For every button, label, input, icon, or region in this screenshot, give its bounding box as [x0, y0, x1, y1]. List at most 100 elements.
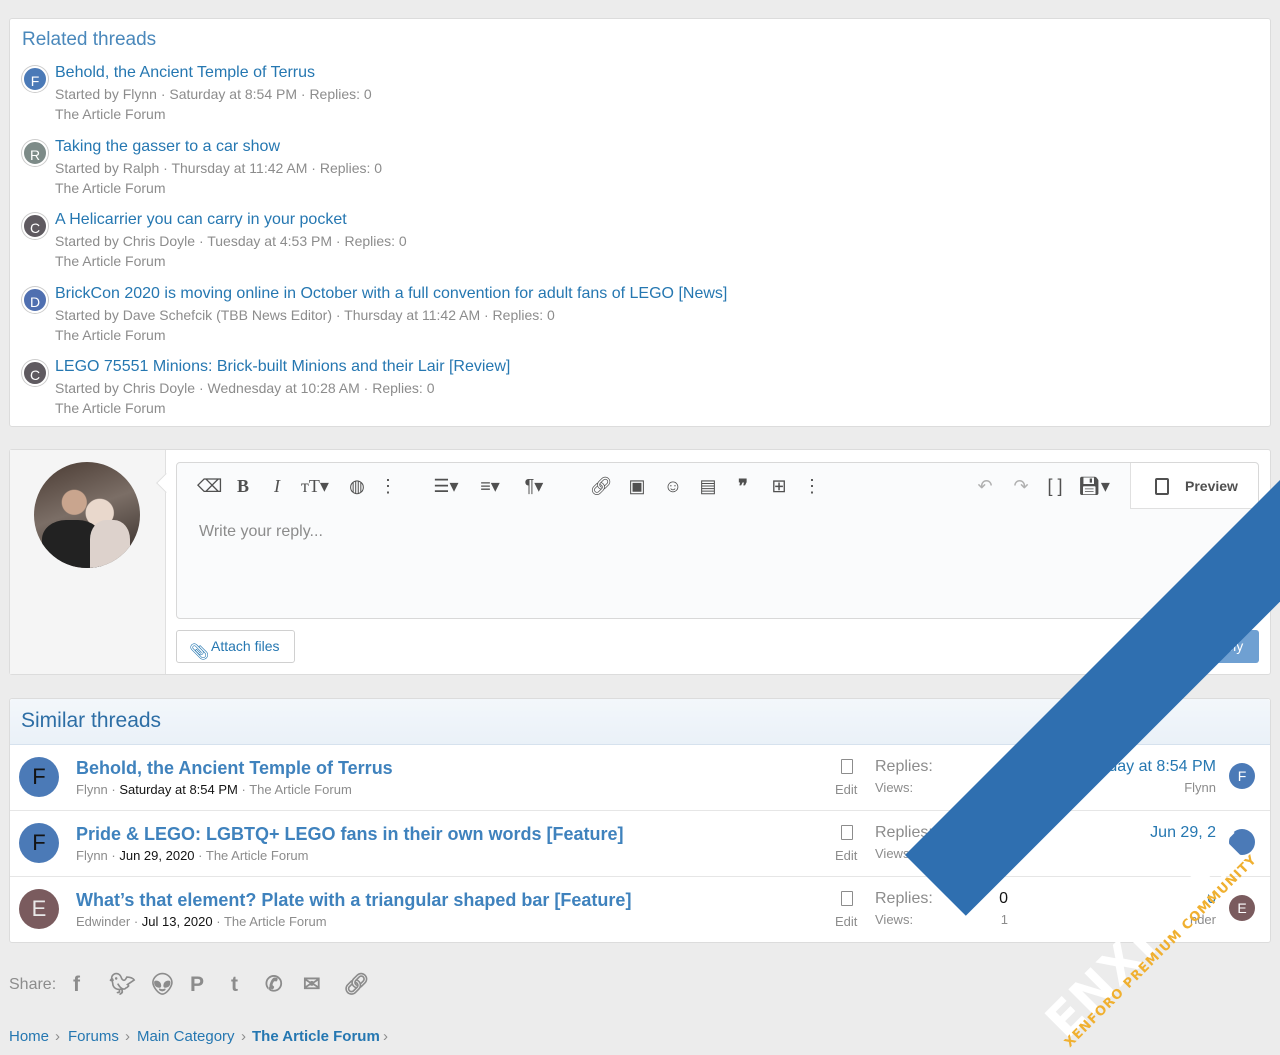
- thread-forum[interactable]: The Article Forum: [249, 782, 352, 797]
- related-thread-item: F Behold, the Ancient Temple of Terrus Sta…: [22, 64, 1222, 126]
- related-thread-forum[interactable]: The Article Forum: [55, 180, 165, 196]
- related-thread-item: C A Helicarrier you can carry in your poc…: [22, 211, 1222, 273]
- related-thread-item: C LEGO 75551 Minions: Brick-built Minions…: [22, 358, 1222, 420]
- table-row: F Behold, the Ancient Temple of Terrus Fly…: [10, 745, 1270, 811]
- related-thread-meta: Started by Chris Doyle · Wednesday at 10…: [55, 380, 435, 396]
- more-insert-icon[interactable]: ⋮: [803, 476, 821, 496]
- clear-formatting-icon[interactable]: ⌫: [197, 476, 222, 496]
- pinterest-icon[interactable]: P: [190, 972, 204, 998]
- last-post-user[interactable]: nder: [1190, 912, 1216, 927]
- redo-icon[interactable]: ↷: [1009, 476, 1033, 496]
- attach-files-button[interactable]: 📎︎ Attach files: [176, 630, 295, 663]
- chevron-right-icon: ›: [383, 1028, 388, 1045]
- avatar[interactable]: F: [19, 823, 59, 863]
- edit-link[interactable]: Edit: [835, 782, 857, 797]
- views-label: Views:: [875, 780, 914, 795]
- avatar[interactable]: D: [22, 286, 48, 313]
- avatar[interactable]: F: [22, 66, 48, 92]
- thread-date[interactable]: Jun 29, 2020: [119, 848, 194, 863]
- related-thread-title-link[interactable]: A Helicarrier you can carry in your pock…: [55, 211, 347, 229]
- tumblr-icon[interactable]: t: [231, 972, 238, 998]
- related-thread-forum[interactable]: The Article Forum: [55, 327, 165, 343]
- email-icon[interactable]: ✉: [303, 972, 321, 998]
- align-icon[interactable]: ≡▾: [473, 476, 507, 496]
- quote-icon[interactable]: ❞: [731, 476, 755, 496]
- last-post-date[interactable]: Jun 29, 2: [1150, 824, 1216, 842]
- italic-icon[interactable]: I: [267, 476, 287, 496]
- drafts-icon[interactable]: 💾︎▾: [1077, 476, 1111, 496]
- thread-author[interactable]: Flynn: [76, 782, 108, 797]
- breadcrumb-main-category[interactable]: Main Category: [137, 1028, 235, 1045]
- thread-date[interactable]: Saturday at 8:54 PM: [119, 782, 238, 797]
- table-icon[interactable]: ⊞: [767, 476, 791, 496]
- post-reply-button[interactable]: ↩ Post reply: [1141, 630, 1259, 663]
- facebook-icon[interactable]: f: [73, 972, 80, 998]
- thread-forum[interactable]: The Article Forum: [206, 848, 309, 863]
- paragraph-icon[interactable]: ¶▾: [517, 476, 551, 496]
- editor-toolbar: ⌫ B I тT▾ ◍ ⋮ ☰▾ ≡▾ ¶▾ 🔗︎ ▣ ☺ ▤ ❞ ⊞ ⋮ ↶ …: [177, 463, 1258, 509]
- reply-placeholder: Write your reply...: [199, 523, 323, 540]
- related-thread-meta: Started by Chris Doyle · Tuesday at 4:53…: [55, 233, 407, 249]
- replies-count: 0: [999, 824, 1008, 841]
- avatar[interactable]: C: [22, 213, 48, 239]
- list-icon[interactable]: ☰▾: [429, 476, 463, 496]
- last-post-date[interactable]: 0: [1207, 890, 1216, 908]
- more-options-icon[interactable]: ⋮: [379, 476, 397, 496]
- palette-icon[interactable]: ◍: [345, 476, 369, 496]
- last-poster-avatar[interactable]: [1229, 829, 1255, 855]
- preview-button[interactable]: Preview: [1130, 463, 1258, 509]
- image-icon[interactable]: ▣: [625, 476, 649, 496]
- user-avatar[interactable]: [34, 462, 140, 568]
- similar-thread-meta: Flynn · Jun 29, 2020 · The Article Forum: [76, 848, 309, 863]
- paperclip-icon: 📎︎: [189, 644, 210, 661]
- similar-threads-title: Similar threads: [21, 709, 162, 732]
- last-poster-avatar[interactable]: F: [1229, 763, 1255, 789]
- bold-icon[interactable]: B: [233, 476, 253, 496]
- breadcrumb-home[interactable]: Home: [9, 1028, 49, 1045]
- last-post-user[interactable]: Flynn: [1184, 780, 1216, 795]
- related-thread-title-link[interactable]: LEGO 75551 Minions: Brick-built Minions …: [55, 358, 510, 376]
- reddit-icon[interactable]: 👽︎: [149, 972, 176, 998]
- link-icon[interactable]: 🔗︎: [589, 476, 613, 496]
- related-thread-item: R Taking the gasser to a car show Started …: [22, 138, 1222, 200]
- quick-reply-block: ⌫ B I тT▾ ◍ ⋮ ☰▾ ≡▾ ¶▾ 🔗︎ ▣ ☺ ▤ ❞ ⊞ ⋮ ↶ …: [9, 449, 1271, 675]
- media-icon[interactable]: ▤: [695, 476, 721, 496]
- breadcrumb-article-forum[interactable]: The Article Forum: [252, 1028, 380, 1045]
- thread-author[interactable]: Flynn: [76, 848, 108, 863]
- related-thread-forum[interactable]: The Article Forum: [55, 400, 165, 416]
- undo-icon[interactable]: ↶: [973, 476, 997, 496]
- thread-author[interactable]: Edwinder: [76, 914, 130, 929]
- avatar[interactable]: F: [19, 757, 59, 797]
- similar-thread-title-link[interactable]: Behold, the Ancient Temple of Terrus: [76, 758, 393, 779]
- views-count: 1: [1000, 912, 1008, 927]
- related-thread-title-link[interactable]: BrickCon 2020 is moving online in Octobe…: [55, 285, 727, 303]
- whatsapp-icon[interactable]: ✆: [265, 972, 283, 998]
- thread-forum[interactable]: The Article Forum: [224, 914, 327, 929]
- related-thread-forum[interactable]: The Article Forum: [55, 106, 165, 122]
- last-post-date[interactable]: Saturday at 8:54 PM: [1070, 758, 1216, 776]
- similar-thread-title-link[interactable]: What’s that element? Plate with a triang…: [76, 890, 631, 911]
- related-thread-title-link[interactable]: Taking the gasser to a car show: [55, 138, 280, 156]
- last-poster-avatar[interactable]: E: [1229, 895, 1255, 921]
- twitter-icon[interactable]: 🐦︎: [109, 972, 136, 998]
- edit-link[interactable]: Edit: [835, 914, 857, 929]
- avatar[interactable]: E: [19, 889, 59, 929]
- emoji-icon[interactable]: ☺: [661, 476, 685, 496]
- rich-text-editor[interactable]: ⌫ B I тT▾ ◍ ⋮ ☰▾ ≡▾ ¶▾ 🔗︎ ▣ ☺ ▤ ❞ ⊞ ⋮ ↶ …: [176, 462, 1259, 619]
- avatar[interactable]: R: [22, 139, 48, 166]
- bbcode-toggle-icon[interactable]: [ ]: [1043, 476, 1067, 496]
- related-thread-forum[interactable]: The Article Forum: [55, 253, 165, 269]
- related-threads-block: Related threads F Behold, the Ancient Tem…: [9, 18, 1271, 427]
- similar-thread-title-link[interactable]: Pride & LEGO: LGBTQ+ LEGO fans in their …: [76, 824, 624, 845]
- text-size-icon[interactable]: тT▾: [297, 476, 333, 496]
- avatar[interactable]: C: [22, 360, 48, 386]
- link-icon[interactable]: 🔗︎: [343, 972, 370, 998]
- share-label: Share:: [9, 976, 57, 993]
- edit-link[interactable]: Edit: [835, 848, 857, 863]
- breadcrumb-forums[interactable]: Forums: [68, 1028, 119, 1045]
- views-label: Views:: [875, 846, 914, 861]
- similar-threads-header: Similar threads: [10, 699, 1270, 745]
- related-thread-meta: Started by Ralph · Thursday at 11:42 AM …: [55, 159, 383, 176]
- thread-date[interactable]: Jul 13, 2020: [142, 914, 213, 929]
- related-thread-title-link[interactable]: Behold, the Ancient Temple of Terrus: [55, 64, 315, 82]
